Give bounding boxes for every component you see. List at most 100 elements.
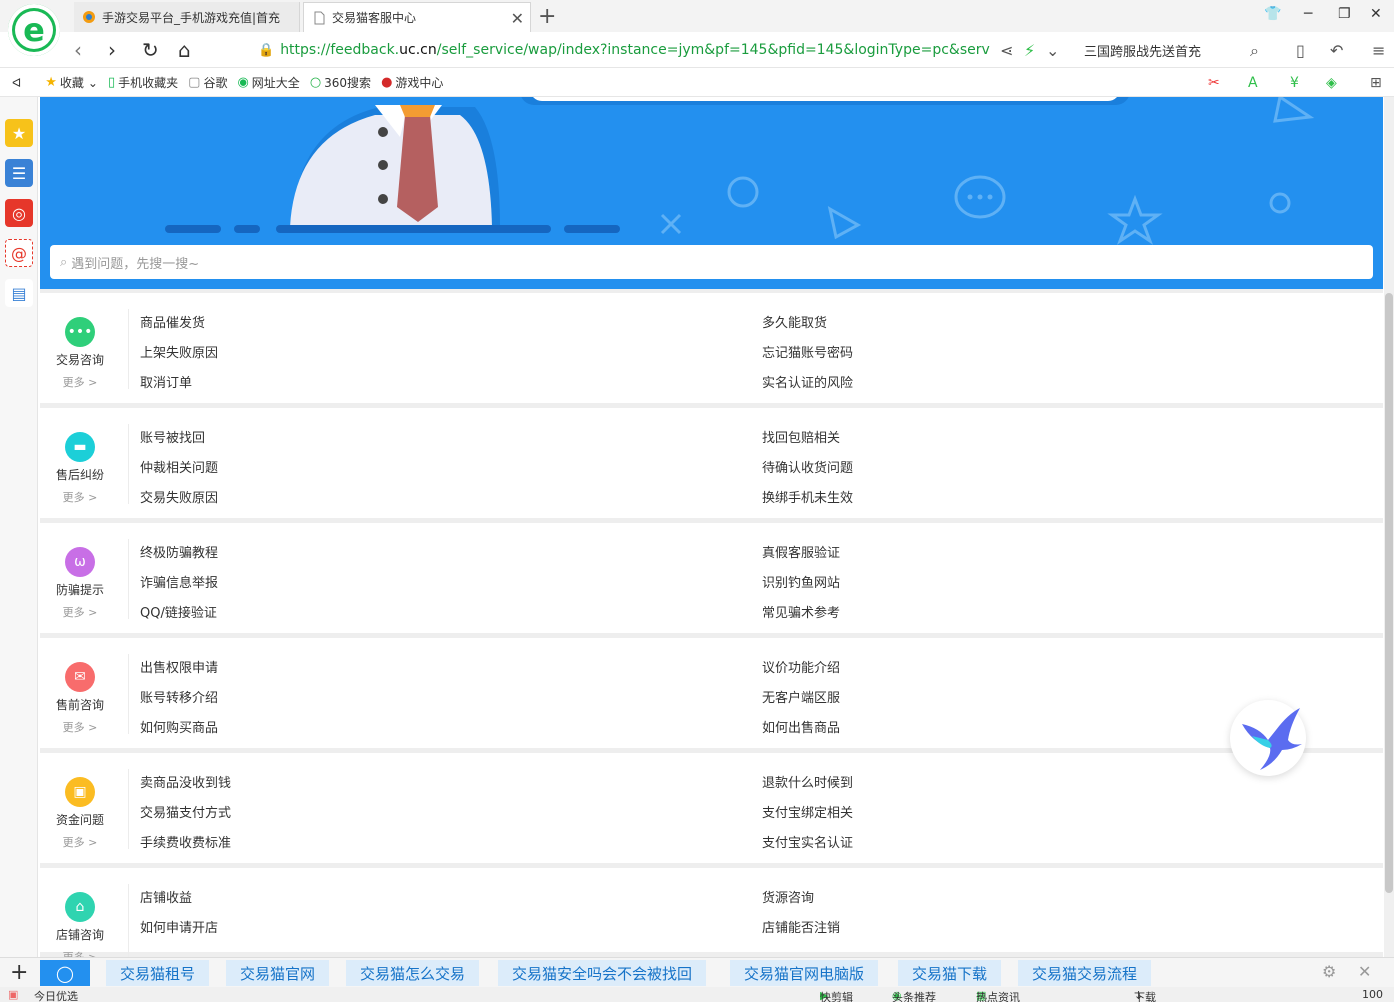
- skin-icon[interactable]: 👕: [1264, 6, 1281, 22]
- bookmark-favorites[interactable]: ★ 收藏 ⌄: [45, 74, 98, 91]
- ad-link[interactable]: 交易猫官网电脑版: [730, 960, 879, 986]
- category-trade-consult[interactable]: ••• 交易咨询 更多 >: [48, 317, 112, 390]
- settings-icon[interactable]: ⚙: [1322, 962, 1336, 981]
- bookmark-mobile[interactable]: ▯ 手机收藏夹: [108, 74, 178, 91]
- hot-search-text[interactable]: 三国跨服战先送首充: [1084, 41, 1201, 60]
- undo-icon[interactable]: ↶: [1330, 41, 1343, 60]
- scissors-icon[interactable]: ✂: [1208, 75, 1220, 91]
- browser-logo-icon[interactable]: e: [8, 4, 60, 56]
- home-icon[interactable]: ⌂: [178, 38, 191, 62]
- ad-link[interactable]: 交易猫下载: [898, 960, 1002, 986]
- status-zoom[interactable]: 100: [1362, 988, 1383, 1001]
- faq-link[interactable]: 换绑手机未生效: [762, 487, 853, 506]
- faq-link[interactable]: 货源咨询: [762, 887, 814, 906]
- faq-link[interactable]: 多久能取货: [762, 312, 827, 331]
- faq-search-input[interactable]: ⌕ 遇到问题，先搜一搜~: [50, 245, 1373, 279]
- faq-link[interactable]: 忘记猫账号密码: [762, 342, 853, 361]
- speed-icon[interactable]: ⚡: [1024, 41, 1035, 60]
- more-link[interactable]: 更多 >: [48, 489, 112, 505]
- back-icon[interactable]: ‹: [74, 38, 82, 62]
- address-bar[interactable]: 🔒 https://feedback.uc.cn/self_service/wa…: [232, 36, 1067, 64]
- faq-link[interactable]: 交易失败原因: [140, 487, 218, 506]
- search-icon[interactable]: ⌕: [1250, 41, 1259, 61]
- close-window-icon[interactable]: ✕: [1370, 6, 1382, 22]
- faq-link[interactable]: 真假客服验证: [762, 542, 840, 561]
- mobile-icon[interactable]: ▯: [1296, 41, 1305, 60]
- category-store[interactable]: ⌂ 店铺咨询 更多 >: [48, 892, 112, 957]
- more-link[interactable]: 更多 >: [48, 719, 112, 735]
- chevron-down-icon[interactable]: ⌄: [1046, 41, 1059, 60]
- faq-link[interactable]: 上架失败原因: [140, 342, 218, 361]
- faq-link[interactable]: 支付宝绑定相关: [762, 802, 853, 821]
- more-link[interactable]: 更多 >: [48, 604, 112, 620]
- faq-link[interactable]: 待确认收货问题: [762, 457, 853, 476]
- faq-link[interactable]: 常见骗术参考: [762, 602, 840, 621]
- refresh-icon[interactable]: ↻: [142, 38, 159, 62]
- category-after-sales[interactable]: ▬ 售后纠纷 更多 >: [48, 432, 112, 505]
- faq-link[interactable]: 实名认证的风险: [762, 372, 853, 391]
- maximize-icon[interactable]: ❐: [1338, 6, 1351, 22]
- sidebar-toggle-icon[interactable]: ᐊ: [12, 76, 21, 90]
- news-icon[interactable]: ☰: [5, 159, 33, 187]
- search-icon[interactable]: ◯: [40, 960, 90, 986]
- category-funds[interactable]: ▣ 资金问题 更多 >: [48, 777, 112, 850]
- share-icon[interactable]: ⋖: [1000, 41, 1013, 60]
- faq-link[interactable]: 退款什么时候到: [762, 772, 853, 791]
- close-icon[interactable]: ✕: [1358, 962, 1371, 981]
- category-pre-sales[interactable]: ✉ 售前咨询 更多 >: [48, 662, 112, 735]
- floating-assistant-button[interactable]: [1230, 700, 1306, 776]
- money-icon[interactable]: ¥: [1290, 75, 1299, 91]
- faq-link[interactable]: 支付宝实名认证: [762, 832, 853, 851]
- faq-link[interactable]: 账号被找回: [140, 427, 205, 446]
- bookmark-gamecenter[interactable]: ● 游戏中心: [381, 74, 443, 91]
- faq-link[interactable]: 议价功能介绍: [762, 657, 840, 676]
- menu-icon[interactable]: ≡: [1372, 41, 1385, 60]
- gamepad-icon[interactable]: ◈: [1326, 75, 1337, 91]
- faq-link[interactable]: 账号转移介绍: [140, 687, 218, 706]
- page-scrollbar[interactable]: [1384, 97, 1394, 957]
- translate-icon[interactable]: A: [1248, 75, 1258, 91]
- forward-icon[interactable]: ›: [108, 38, 116, 62]
- bookmark-sites[interactable]: ◉ 网址大全: [237, 74, 299, 91]
- faq-link[interactable]: 如何出售商品: [762, 717, 840, 736]
- ad-link[interactable]: 交易猫租号: [106, 960, 210, 986]
- faq-link[interactable]: 识别钓鱼网站: [762, 572, 840, 591]
- faq-link[interactable]: 无客户端区服: [762, 687, 840, 706]
- document-icon[interactable]: ▤: [5, 279, 33, 307]
- favorites-star-icon[interactable]: ★: [5, 119, 33, 147]
- tab-1[interactable]: 手游交易平台_手机游戏充值|首充: [74, 2, 300, 32]
- ad-link[interactable]: 交易猫怎么交易: [346, 960, 480, 986]
- more-link[interactable]: 更多 >: [48, 834, 112, 850]
- faq-link[interactable]: 交易猫支付方式: [140, 802, 231, 821]
- more-link[interactable]: 更多 >: [48, 374, 112, 390]
- faq-link[interactable]: 如何申请开店: [140, 917, 218, 936]
- faq-link[interactable]: 商品催发货: [140, 312, 205, 331]
- category-anti-fraud[interactable]: ω 防骗提示 更多 >: [48, 547, 112, 620]
- faq-link[interactable]: 手续费收费标准: [140, 832, 231, 851]
- scrollbar-thumb[interactable]: [1385, 293, 1393, 893]
- tab-2-active[interactable]: 交易猫客服中心 ✕: [303, 2, 531, 32]
- bookmark-google[interactable]: ▢ 谷歌: [188, 74, 227, 91]
- grid-icon[interactable]: ⊞: [1370, 75, 1382, 91]
- faq-link[interactable]: 仲裁相关问题: [140, 457, 218, 476]
- faq-link[interactable]: 终极防骗教程: [140, 542, 218, 561]
- faq-link[interactable]: 卖商品没收到钱: [140, 772, 231, 791]
- status-today-picks[interactable]: 今日优选: [34, 988, 78, 1002]
- ad-link[interactable]: 交易猫安全吗会不会被找回: [498, 960, 707, 986]
- faq-link[interactable]: 店铺收益: [140, 887, 192, 906]
- ad-link[interactable]: 交易猫交易流程: [1018, 960, 1152, 986]
- faq-link[interactable]: 店铺能否注销: [762, 917, 840, 936]
- faq-link[interactable]: 取消订单: [140, 372, 192, 391]
- faq-link[interactable]: 诈骗信息举报: [140, 572, 218, 591]
- bookmark-360search[interactable]: ○ 360搜索: [310, 74, 371, 91]
- faq-link[interactable]: 如何购买商品: [140, 717, 218, 736]
- close-tab-icon[interactable]: ✕: [511, 9, 524, 28]
- faq-link[interactable]: QQ/链接验证: [140, 602, 217, 621]
- ad-link[interactable]: 交易猫官网: [226, 960, 330, 986]
- more-link[interactable]: 更多 >: [48, 949, 112, 957]
- add-icon[interactable]: +: [10, 960, 28, 985]
- mail-icon[interactable]: @: [5, 239, 33, 267]
- weibo-icon[interactable]: ◎: [5, 199, 33, 227]
- faq-link[interactable]: 找回包赔相关: [762, 427, 840, 446]
- faq-link[interactable]: 出售权限申请: [140, 657, 218, 676]
